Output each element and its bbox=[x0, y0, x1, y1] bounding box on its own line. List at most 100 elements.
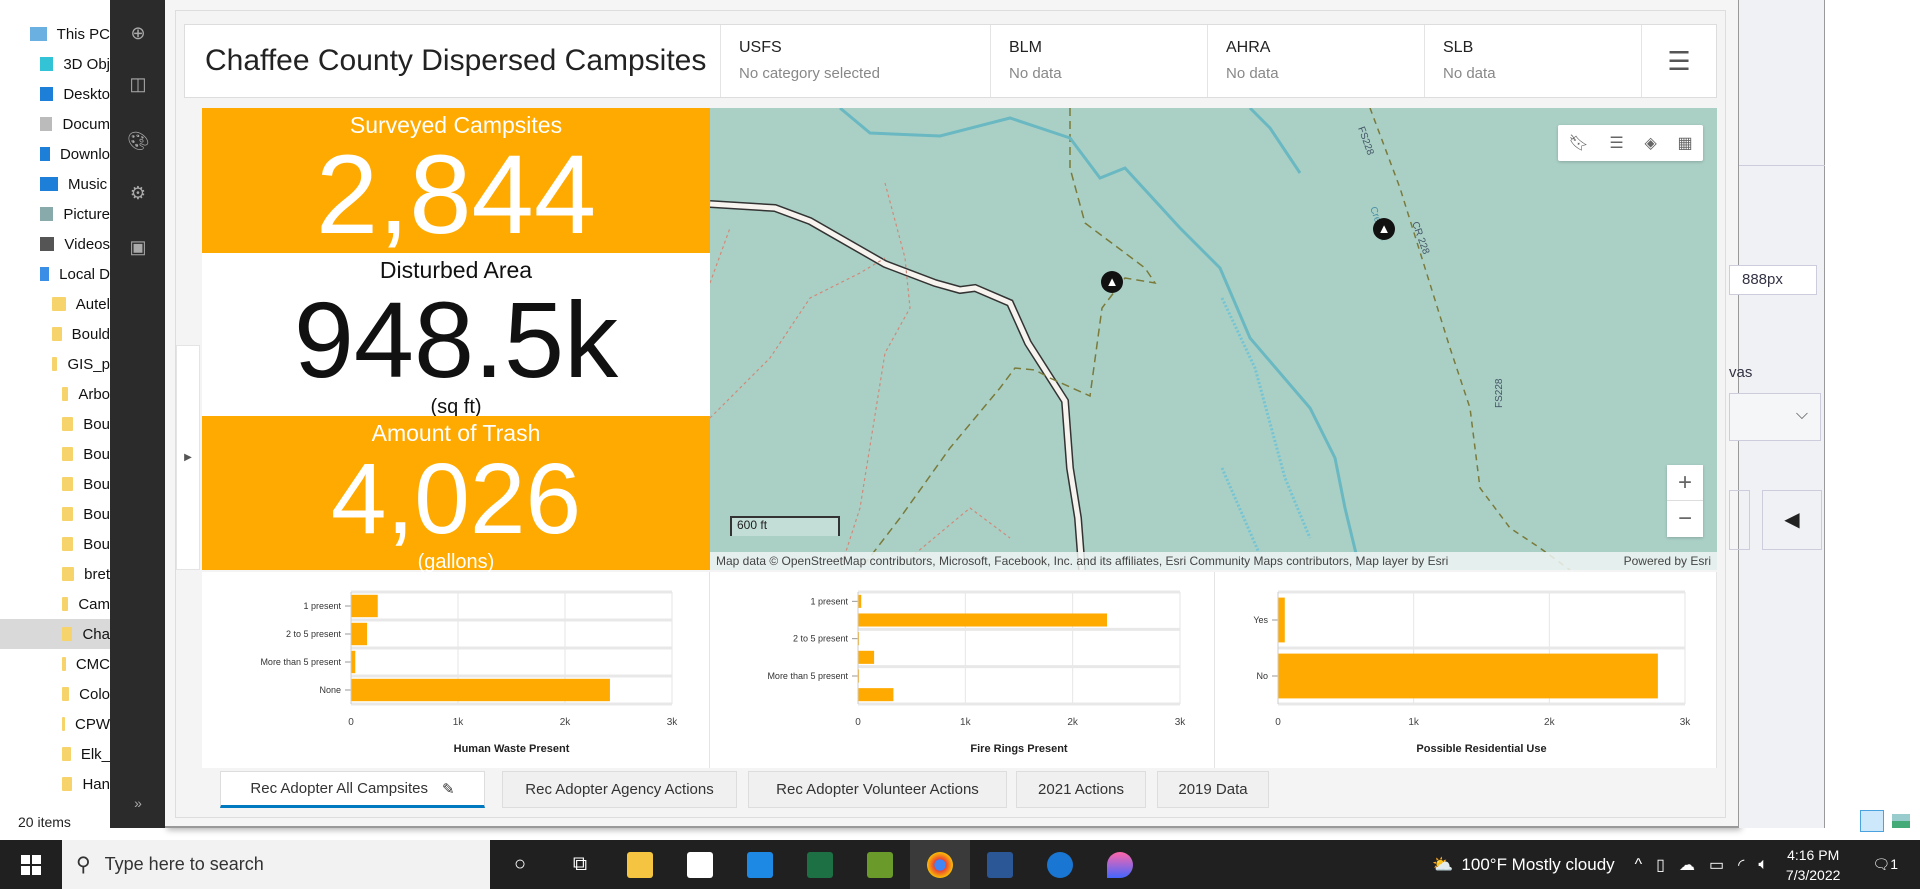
cortana-icon[interactable]: ○ bbox=[490, 840, 550, 889]
tree-item[interactable]: Bou bbox=[62, 409, 110, 439]
large-icons-view-button[interactable] bbox=[1892, 814, 1910, 828]
task-view-icon[interactable]: ⧉ bbox=[550, 840, 610, 889]
tree-item[interactable]: Docum bbox=[40, 109, 110, 139]
tree-item[interactable]: Music bbox=[40, 169, 110, 199]
tab-rec-adopter-all-campsites[interactable]: Rec Adopter All Campsites ✎ bbox=[220, 771, 485, 808]
tree-item[interactable]: CPW bbox=[62, 709, 110, 739]
excel-app-icon[interactable] bbox=[790, 840, 850, 889]
tree-item[interactable]: GIS_p bbox=[52, 349, 110, 379]
side-panel-toggle[interactable]: ▶ bbox=[176, 345, 200, 570]
expand-chevrons-icon[interactable]: » bbox=[127, 792, 149, 814]
settings-gear-icon[interactable]: ⚙ bbox=[127, 182, 149, 204]
map-view[interactable]: FS228 CR 228 FS228 Cre eek ▲ ▲ 🔖︎ ☰ ◈ ▦ … bbox=[710, 108, 1717, 570]
drive-icon bbox=[40, 207, 54, 221]
tree-item[interactable]: This PC bbox=[30, 19, 110, 49]
layout-icon[interactable]: ◫ bbox=[127, 73, 149, 95]
layers-icon[interactable]: ◈ bbox=[1644, 133, 1656, 153]
tree-item[interactable]: Cha bbox=[0, 619, 110, 649]
bookmark-icon[interactable]: 🔖︎ bbox=[1568, 133, 1588, 153]
clock[interactable]: 4:16 PM 7/3/2022 bbox=[1786, 845, 1841, 885]
tree-item[interactable]: Picture bbox=[40, 199, 110, 229]
chrome-app-icon[interactable] bbox=[910, 840, 970, 889]
notifications-button[interactable]: 🗨︎1 bbox=[1872, 856, 1898, 873]
onedrive-error-icon[interactable]: ☁ bbox=[1679, 855, 1695, 875]
hamburger-menu-icon[interactable]: ☰ bbox=[1642, 25, 1716, 97]
mail-app-icon[interactable] bbox=[730, 840, 790, 889]
tree-item[interactable]: Elk_ bbox=[62, 739, 110, 769]
start-windows-icon[interactable] bbox=[0, 840, 62, 889]
drive-icon bbox=[40, 237, 55, 251]
tab-2021-actions[interactable]: 2021 Actions bbox=[1016, 771, 1146, 808]
weather-widget[interactable]: ⛅ 100°F Mostly cloudy bbox=[1432, 855, 1614, 875]
wifi-icon[interactable]: ◜ bbox=[1738, 855, 1744, 875]
x-tick-label: 1k bbox=[453, 717, 465, 728]
tree-item[interactable]: Bou bbox=[62, 499, 110, 529]
category-selector-slb[interactable]: SLB No data bbox=[1425, 25, 1642, 97]
tree-item[interactable]: Arbo bbox=[62, 379, 110, 409]
tree-item[interactable]: Bou bbox=[62, 529, 110, 559]
category-selector-ahra[interactable]: AHRA No data bbox=[1208, 25, 1425, 97]
campsite-marker[interactable]: ▲ bbox=[1373, 218, 1395, 240]
tree-item-label: Han bbox=[82, 775, 110, 793]
category-name: AHRA bbox=[1226, 39, 1271, 56]
x-tick-label: 3k bbox=[1175, 717, 1187, 728]
details-view-button[interactable] bbox=[1860, 810, 1884, 832]
tree-item-label: Music bbox=[68, 175, 108, 193]
align-icon-button[interactable]: ◀ bbox=[1762, 490, 1822, 550]
taskbar-search-input[interactable]: ⚲ Type here to search bbox=[62, 840, 490, 889]
campsite-marker[interactable]: ▲ bbox=[1101, 271, 1123, 293]
paint-app-icon[interactable] bbox=[1090, 840, 1150, 889]
tree-item-label: Bou bbox=[83, 445, 110, 463]
edge-like-app-icon[interactable] bbox=[1030, 840, 1090, 889]
word-app-icon[interactable] bbox=[970, 840, 1030, 889]
powered-by-esri[interactable]: Powered by Esri bbox=[1624, 554, 1711, 568]
tree-item[interactable]: Autel bbox=[52, 289, 110, 319]
kpi-surveyed-campsites: Surveyed Campsites 2,844 bbox=[202, 108, 710, 253]
tree-item[interactable]: Cam bbox=[62, 589, 110, 619]
show-hidden-icons-chevron-icon[interactable]: ^ bbox=[1635, 856, 1643, 874]
add-icon[interactable]: ⊕ bbox=[127, 22, 149, 44]
tree-item[interactable]: Videos bbox=[40, 229, 110, 259]
tree-item[interactable]: Han bbox=[62, 769, 110, 799]
zoom-in-button[interactable]: + bbox=[1667, 465, 1703, 501]
category-selector-usfs[interactable]: USFS No category selected bbox=[721, 25, 991, 97]
dropdown-select[interactable]: ⌵ bbox=[1729, 393, 1821, 441]
tab-rec-adopter-volunteer-actions[interactable]: Rec Adopter Volunteer Actions bbox=[748, 771, 1007, 808]
meet-now-icon[interactable]: ▯ bbox=[1656, 855, 1665, 875]
tab-rec-adopter-agency-actions[interactable]: Rec Adopter Agency Actions bbox=[502, 771, 737, 808]
tree-item-label: Colo bbox=[79, 685, 110, 703]
tree-item[interactable]: Bould bbox=[52, 319, 110, 349]
tab-2019-data[interactable]: 2019 Data bbox=[1157, 771, 1269, 808]
store-app-icon[interactable] bbox=[670, 840, 730, 889]
zoom-out-button[interactable]: − bbox=[1667, 501, 1703, 537]
basemap-gallery-icon[interactable]: ▦ bbox=[1677, 133, 1692, 153]
tree-item[interactable]: Bou bbox=[62, 439, 110, 469]
tree-item[interactable]: Colo bbox=[62, 679, 110, 709]
theme-palette-icon[interactable]: 🎨︎ bbox=[127, 130, 150, 152]
y-category-label: 1 present bbox=[303, 601, 341, 611]
arcgis-app-icon[interactable] bbox=[850, 840, 910, 889]
save-icon[interactable]: ▣ bbox=[127, 236, 149, 258]
tree-item[interactable]: Local D bbox=[40, 259, 110, 289]
tree-item[interactable]: Deskto bbox=[40, 79, 110, 109]
size-input[interactable]: 888px bbox=[1729, 265, 1817, 295]
volume-icon[interactable]: 🔈︎ bbox=[1758, 856, 1768, 874]
folder-icon bbox=[62, 537, 74, 551]
edit-pencil-icon[interactable]: ✎ bbox=[442, 780, 455, 798]
file-explorer-app-icon[interactable] bbox=[610, 840, 670, 889]
battery-icon[interactable]: ▭ bbox=[1709, 855, 1724, 875]
tree-item[interactable]: CMC bbox=[62, 649, 110, 679]
tree-item-label: Bou bbox=[83, 475, 110, 493]
tree-item[interactable]: Bou bbox=[62, 469, 110, 499]
option-button[interactable] bbox=[1729, 490, 1750, 550]
category-selector-blm[interactable]: BLM No data bbox=[991, 25, 1208, 97]
tree-item[interactable]: Downlo bbox=[40, 139, 110, 169]
tree-item[interactable]: bret bbox=[62, 559, 110, 589]
folder-icon bbox=[62, 597, 69, 611]
tree-item-label: Cam bbox=[78, 595, 110, 613]
legend-list-icon[interactable]: ☰ bbox=[1609, 133, 1623, 153]
status-item-count: 20 items bbox=[18, 814, 71, 830]
tree-item[interactable]: 3D Obj bbox=[40, 49, 110, 79]
chart-title: Human Waste Present bbox=[454, 743, 570, 755]
x-tick-label: 2k bbox=[1544, 717, 1556, 728]
